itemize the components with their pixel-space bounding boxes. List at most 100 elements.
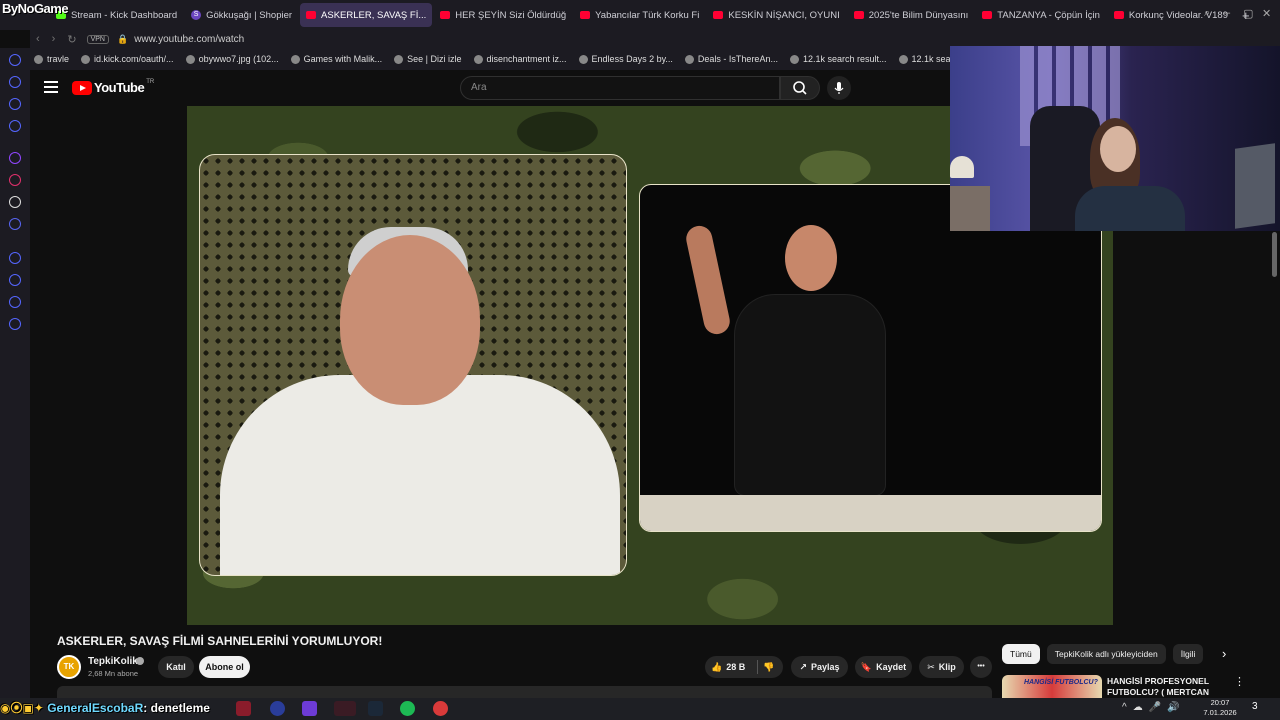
player-icon[interactable] <box>9 252 21 264</box>
bookmark-item[interactable]: disenchantment iz... <box>473 54 567 64</box>
menu-icon[interactable] <box>44 81 58 93</box>
vpn-badge[interactable]: VPN <box>86 34 109 44</box>
clip-button[interactable]: ✂ Klip <box>919 656 964 678</box>
subscriber-count: 2,68 Mn abone <box>88 669 139 678</box>
discord-icon[interactable] <box>9 218 21 230</box>
bookmark-item[interactable]: Games with Malik... <box>290 54 382 64</box>
instagram-icon[interactable] <box>9 174 21 186</box>
chip-all[interactable]: Tümü <box>1002 644 1040 664</box>
related-video-thumbnail[interactable]: HANGİSİ FUTBOLCU? <box>1002 675 1102 698</box>
subscribe-button[interactable]: Abone ol <box>199 656 250 678</box>
settings-icon[interactable] <box>9 318 21 330</box>
youtube-icon <box>982 11 993 19</box>
steam-icon[interactable] <box>368 701 383 716</box>
tab-youtube-active[interactable]: ASKERLER, SAVAŞ Fİ... <box>300 3 433 27</box>
clock[interactable]: 20:07 7.01.2026 <box>1200 698 1240 718</box>
tab-shopier[interactable]: S Gökkuşağı | Shopier <box>185 3 298 27</box>
bookmark-label: obywwo7.jpg (102... <box>198 54 279 64</box>
search-button[interactable] <box>780 76 820 100</box>
bookmark-item[interactable]: 12.1k search result... <box>789 54 887 64</box>
description-box[interactable] <box>57 686 992 698</box>
maximize-icon[interactable]: ▢ <box>1243 7 1253 20</box>
bookmark-item[interactable]: obywwo7.jpg (102... <box>185 54 279 64</box>
man-figure-left <box>220 375 620 575</box>
sidebar-messenger-icon[interactable] <box>9 120 21 132</box>
bookmark-item[interactable]: travle <box>34 54 69 64</box>
scrollbar[interactable] <box>1272 232 1277 277</box>
tab-youtube-5[interactable]: KESKİN NİŞANCI, OYUNI <box>707 3 845 27</box>
tab-label: Korkunç Videolar. V189 <box>1128 9 1228 21</box>
clock-date: 7.01.2026 <box>1203 708 1237 717</box>
man-head-left <box>340 235 480 405</box>
join-button[interactable]: Katıl <box>158 656 194 678</box>
channel-avatar[interactable]: TK <box>57 655 81 679</box>
share-icon: ↗ <box>799 662 807 672</box>
reload-icon[interactable]: ↻ <box>67 33 76 46</box>
video-letterbox-left <box>30 106 187 625</box>
extensions-icon[interactable] <box>9 296 21 308</box>
tab-youtube-4[interactable]: Yabancılar Türk Korku Fi <box>574 3 705 27</box>
kebab-menu-icon[interactable]: ⋮ <box>1234 675 1245 688</box>
notification-icon[interactable]: 3 <box>1252 701 1258 712</box>
opera-gx-taskbar-icon[interactable] <box>334 701 356 716</box>
battlenet-icon[interactable] <box>270 701 285 716</box>
minimize-icon[interactable]: – <box>1224 7 1230 19</box>
obs-icon[interactable] <box>433 701 448 716</box>
app-icon[interactable] <box>302 701 317 716</box>
chip-related[interactable]: İlgili <box>1172 644 1204 664</box>
bookmark-item[interactable]: Deals - IsThereAn... <box>684 54 778 64</box>
system-tray[interactable]: ^☁🎤🔊 <box>1122 702 1186 713</box>
bookmark-label: Deals - IsThereAn... <box>697 54 778 64</box>
tab-youtube-8[interactable]: Korkunç Videolar. V189 <box>1108 3 1234 27</box>
forward-icon[interactable]: › <box>52 33 56 45</box>
stage-edge <box>640 495 1101 531</box>
tab-label: 2025'te Bilim Dünyasını <box>868 9 969 21</box>
like-count[interactable]: 28 B <box>726 662 745 672</box>
clip-label: Klip <box>938 662 956 672</box>
chip-from-uploader[interactable]: TepkiKolik adlı yükleyiciden <box>1046 644 1166 664</box>
man-head-right <box>785 225 837 291</box>
notification-count: 3 <box>1252 701 1258 712</box>
like-divider <box>757 660 758 674</box>
lamp <box>950 156 974 178</box>
dislike-icon[interactable]: 👎 <box>763 656 774 678</box>
sidebar-workspace-icon[interactable] <box>9 98 21 110</box>
tab-search-icon[interactable]: ⌕ <box>1204 7 1210 20</box>
microphone-icon <box>834 82 844 94</box>
save-button[interactable]: 🔖 Kaydet <box>855 656 912 678</box>
tab-kick-dashboard[interactable]: Stream - Kick Dashboard <box>50 3 183 27</box>
share-button[interactable]: ↗ Paylaş <box>791 656 848 678</box>
twitch-icon[interactable] <box>9 152 21 164</box>
x-icon[interactable] <box>9 196 21 208</box>
chat-badges: ◉⦿▣✦ <box>0 701 48 715</box>
bookmark-icon <box>473 54 483 64</box>
url-field[interactable]: www.youtube.com/watch <box>134 34 244 45</box>
bookmark-label: See | Dizi izle <box>407 54 462 64</box>
more-actions-button[interactable]: ••• <box>970 656 992 678</box>
chat-message: : denetleme <box>143 701 210 715</box>
related-video-title[interactable]: HANGİSİ PROFESYONEL FUTBOLCU? ( MERTCAN <box>1107 676 1217 698</box>
tab-youtube-6[interactable]: 2025'te Bilim Dünyasını <box>848 3 975 27</box>
tab-youtube-3[interactable]: HER ŞEYİN Sizi Öldürdüğ <box>434 3 572 27</box>
sidebar-aria-icon[interactable] <box>9 76 21 88</box>
close-icon[interactable]: ✕ <box>1262 7 1271 20</box>
chevron-right-icon[interactable]: › <box>1222 646 1226 661</box>
bookmark-item[interactable]: See | Dizi izle <box>394 54 462 64</box>
spotify-icon[interactable] <box>400 701 415 716</box>
bookmark-item[interactable]: Endless Days 2 by... <box>578 54 673 64</box>
tab-youtube-7[interactable]: TANZANYA - Çöpün İçin <box>976 3 1106 27</box>
history-icon[interactable] <box>9 274 21 286</box>
voice-search-button[interactable] <box>827 76 851 100</box>
like-icon[interactable]: 👍 <box>711 662 722 672</box>
search-input[interactable]: Ara <box>460 76 780 100</box>
valorant-icon[interactable] <box>236 701 251 716</box>
sidebar-refresh-icon[interactable] <box>9 54 21 66</box>
video-title: ASKERLER, SAVAŞ FİLMİ SAHNELERİNİ YORUML… <box>57 634 383 648</box>
back-icon[interactable]: ‹ <box>36 33 40 45</box>
youtube-logo[interactable]: YouTube TR <box>72 79 154 95</box>
bookmark-item[interactable]: id.kick.com/oauth/... <box>81 54 174 64</box>
channel-name[interactable]: TepkiKolik <box>88 656 138 667</box>
tab-label: Yabancılar Türk Korku Fi <box>595 9 700 21</box>
bookmark-icon <box>578 54 588 64</box>
bookmark-label: 12.1k search result... <box>802 54 887 64</box>
